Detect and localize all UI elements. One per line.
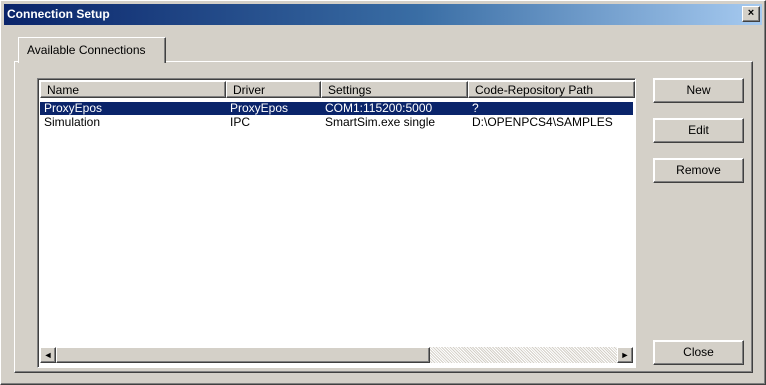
cell-path: D:\OPENPCS4\SAMPLES — [472, 116, 613, 129]
close-button[interactable]: Close — [653, 340, 744, 365]
scroll-right-button[interactable]: ► — [617, 347, 633, 363]
cell-settings: COM1:115200:5000 — [321, 102, 468, 115]
edit-button[interactable]: Edit — [653, 118, 744, 143]
title-bar[interactable]: Connection Setup × — [4, 4, 762, 25]
cell-driver: IPC — [230, 116, 251, 129]
cell-name: ProxyEpos — [40, 102, 226, 115]
close-window-button[interactable]: × — [742, 6, 760, 22]
cell-settings: SmartSim.exe single — [325, 116, 436, 129]
table-row-proxyepos[interactable]: ProxyEpos ProxyEpos COM1:115200:5000 ? — [40, 102, 633, 115]
tab-label: Available Connections — [27, 43, 146, 57]
cell-driver: ProxyEpos — [226, 102, 321, 115]
scrollbar-thumb[interactable] — [56, 347, 430, 363]
tab-available-connections[interactable]: Available Connections — [18, 37, 166, 63]
table-row-simulation[interactable]: Simulation IPC SmartSim.exe single D:\OP… — [40, 116, 633, 129]
horizontal-scrollbar[interactable]: ◄ ► — [40, 347, 633, 363]
column-header-path[interactable]: Code-Repository Path — [468, 81, 635, 98]
column-header-settings[interactable]: Settings — [321, 81, 468, 98]
column-header-driver[interactable]: Driver — [226, 81, 321, 98]
list-header: Name Driver Settings Code-Repository Pat… — [40, 81, 635, 98]
connections-list[interactable]: Name Driver Settings Code-Repository Pat… — [37, 78, 636, 368]
cell-path: ? — [468, 102, 633, 115]
new-button[interactable]: New — [653, 78, 744, 103]
remove-button[interactable]: Remove — [653, 158, 744, 183]
column-header-name[interactable]: Name — [40, 81, 226, 98]
scrollbar-track[interactable] — [430, 347, 617, 363]
cell-name: Simulation — [44, 116, 101, 129]
scroll-left-button[interactable]: ◄ — [40, 347, 56, 363]
window-title: Connection Setup — [7, 7, 110, 21]
